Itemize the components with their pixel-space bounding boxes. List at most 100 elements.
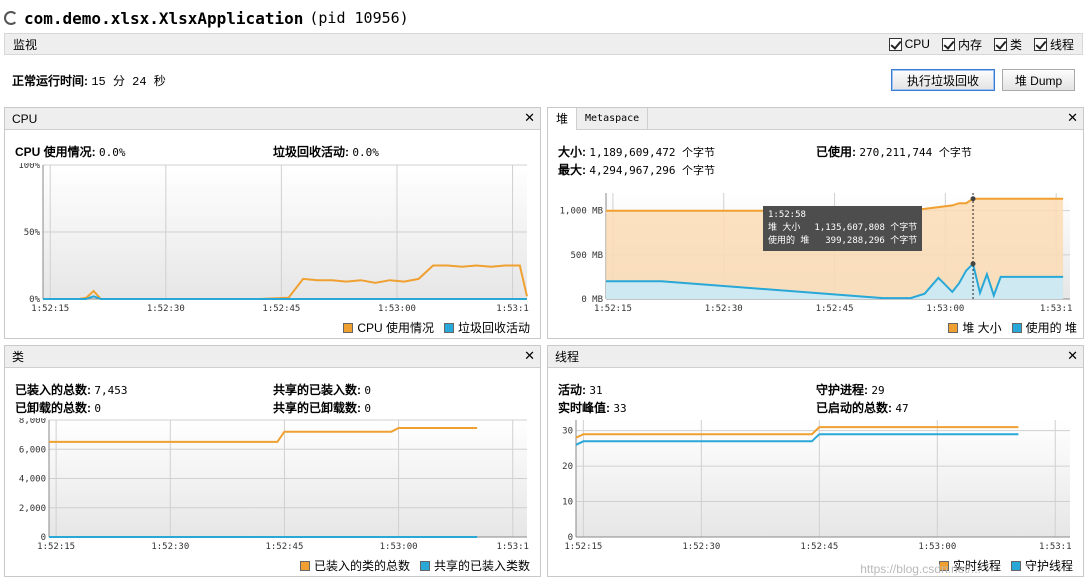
monitor-checkboxes: CPU 内存 类 线程 xyxy=(888,36,1074,53)
tab-metaspace[interactable]: Metaspace xyxy=(577,107,649,130)
legend-cpu-usage-label: CPU 使用情况 xyxy=(357,321,434,335)
cpu-chart: 1:52:15 1:52:30 1:52:45 1:53:00 1:53:1 100% 50… xyxy=(7,163,537,313)
threads-peak-stat: 实时峰值: 33 xyxy=(558,399,627,416)
classes-unloaded-stat: 已卸载的总数: 0 xyxy=(15,399,101,416)
cpu-usage-stat: CPU 使用情况: 0.0% xyxy=(15,143,126,160)
classes-loaded-stat: 已装入的总数: 7,453 xyxy=(15,381,127,398)
y-tick-label: 10 xyxy=(562,498,573,508)
legend-cpu-usage: CPU 使用情况 xyxy=(343,319,434,336)
checkbox-threads[interactable]: 线程 xyxy=(1033,36,1074,53)
checkbox-cpu[interactable]: CPU xyxy=(888,37,930,51)
app-pid: (pid 10956) xyxy=(309,9,409,27)
checkbox-cpu-label: CPU xyxy=(904,37,930,51)
x-tick-label: 1:53:00 xyxy=(378,304,416,313)
x-tick-label: 1:53:1 xyxy=(496,542,529,551)
classes-unloaded-label: 已卸载的总数: xyxy=(15,401,91,415)
legend-heap-size: 堆 大小 xyxy=(948,319,1002,336)
checkbox-threads-label: 线程 xyxy=(1049,37,1074,52)
checkbox-checked-icon[interactable] xyxy=(1033,37,1047,51)
uptime-value: 15 分 24 秒 xyxy=(91,75,166,89)
y-tick-label: 0 xyxy=(41,533,46,543)
tooltip-size-value: 1,135,607,808 个字节 xyxy=(814,223,918,233)
monitor-toolbar: 监视 CPU 内存 类 线程 xyxy=(4,33,1083,55)
uptime-label: 正常运行时间: xyxy=(12,74,88,88)
threads-daemon-label: 守护进程: xyxy=(816,383,868,397)
y-tick-label: 30 xyxy=(562,427,573,437)
hover-point-used xyxy=(970,261,976,267)
y-tick-label: 1,000 MB xyxy=(560,207,603,217)
classes-loaded-value: 7,453 xyxy=(94,384,128,397)
heap-panel-header: 堆 Metaspace ✕ xyxy=(548,107,1083,130)
threads-peak-label: 实时峰值: xyxy=(558,401,610,415)
checkbox-checked-icon[interactable] xyxy=(888,37,902,51)
classes-unloaded-value: 0 xyxy=(94,402,101,415)
y-tick-label: 0% xyxy=(29,295,40,305)
heap-max-label: 最大: xyxy=(558,163,586,177)
checkbox-checked-icon[interactable] xyxy=(941,37,955,51)
close-icon[interactable]: ✕ xyxy=(1067,348,1078,364)
checkbox-memory[interactable]: 内存 xyxy=(941,36,982,53)
y-tick-label: 2,000 xyxy=(19,504,46,514)
heap-max-stat: 最大: 4,294,967,296 个字节 xyxy=(558,161,715,178)
plot-area xyxy=(576,420,1070,537)
threads-peak-value: 33 xyxy=(613,402,627,415)
y-tick-label: 8,000 xyxy=(19,418,46,426)
tooltip-used-value: 399,288,296 个字节 xyxy=(825,236,918,246)
x-tick-label: 1:52:15 xyxy=(594,304,632,313)
y-tick-label: 4,000 xyxy=(19,475,46,485)
cpu-svg: 1:52:15 1:52:30 1:52:45 1:53:00 1:53:1 100% 50… xyxy=(18,163,528,313)
x-tick-label: 1:52:15 xyxy=(37,542,75,551)
classes-chart: 1:52:15 1:52:30 1:52:45 1:53:00 1:53:1 8,000 6… xyxy=(7,418,537,551)
threads-started-stat: 已启动的总数: 47 xyxy=(816,399,909,416)
checkbox-memory-label: 内存 xyxy=(957,37,982,52)
tooltip-row-size: 堆 大小 1,135,607,808 个字节 xyxy=(768,222,917,235)
x-tick-label: 1:53:00 xyxy=(380,542,418,551)
y-tick-label: 20 xyxy=(562,462,573,472)
y-tick-label: 50% xyxy=(24,228,41,238)
tab-heap[interactable]: 堆 xyxy=(548,107,578,130)
cpu-panel: CPU ✕ CPU 使用情况: 0.0% 垃圾回收活动: 0.0% 1:52:1… xyxy=(4,107,541,339)
heap-max-value: 4,294,967,296 个字节 xyxy=(589,164,716,177)
threads-daemon-stat: 守护进程: 29 xyxy=(816,381,885,398)
shared-unloaded-stat: 共享的已卸载数: 0 xyxy=(273,399,371,416)
gc-activity-label: 垃圾回收活动: xyxy=(273,145,349,159)
shared-loaded-stat: 共享的已装入数: 0 xyxy=(273,381,371,398)
x-tick-label: 1:52:30 xyxy=(147,304,185,313)
close-icon[interactable]: ✕ xyxy=(524,110,535,126)
monitor-label: 监视 xyxy=(13,37,38,52)
legend-classes-shared: 共享的已装入类数 xyxy=(419,557,530,574)
shared-unloaded-label: 共享的已卸载数: xyxy=(273,401,361,415)
checkbox-classes[interactable]: 类 xyxy=(993,36,1022,53)
legend-heap-used-label: 使用的 堆 xyxy=(1025,321,1077,335)
close-icon[interactable]: ✕ xyxy=(1067,110,1078,126)
legend-threads-daemon-label: 守护线程 xyxy=(1024,559,1073,573)
threads-panel-header: 线程 ✕ xyxy=(548,346,1083,368)
legend-gc-activity: 垃圾回收活动 xyxy=(443,319,530,336)
heap-dump-button[interactable]: 堆 Dump xyxy=(1002,69,1075,91)
legend-gc-activity-label: 垃圾回收活动 xyxy=(457,321,530,335)
checkbox-classes-label: 类 xyxy=(1009,37,1022,52)
classes-panel: 类 ✕ 已装入的总数: 7,453 已卸载的总数: 0 共享的已装入数: 0 共… xyxy=(4,345,541,577)
perform-gc-button[interactable]: 执行垃圾回收 xyxy=(891,69,995,91)
y-tick-label: 500 MB xyxy=(570,251,603,261)
close-icon[interactable]: ✕ xyxy=(524,348,535,364)
app-title: com.demo.xlsx.XlsxApplication (pid 10956… xyxy=(4,6,409,30)
threads-daemon-value: 29 xyxy=(871,384,885,397)
checkbox-checked-icon[interactable] xyxy=(993,37,1007,51)
gc-activity-value: 0.0% xyxy=(352,146,379,159)
heap-panel: 堆 Metaspace ✕ 大小: 1,189,609,472 个字节 最大: … xyxy=(547,107,1084,339)
threads-started-value: 47 xyxy=(895,402,909,415)
heap-size-value: 1,189,609,472 个字节 xyxy=(589,146,716,159)
threads-svg: 1:52:15 1:52:30 1:52:45 1:53:00 1:53:1 30 20 10… xyxy=(562,420,1072,551)
app-name: com.demo.xlsx.XlsxApplication xyxy=(24,8,304,28)
legend-classes-loaded: 已装入的类的总数 xyxy=(299,557,410,574)
hover-point-size xyxy=(970,196,976,202)
threads-chart: 1:52:15 1:52:30 1:52:45 1:53:00 1:53:1 30 20 10… xyxy=(550,418,1080,551)
tooltip-size-label: 堆 大小 xyxy=(768,223,801,233)
x-tick-label: 1:52:30 xyxy=(705,304,743,313)
legend-heap-size-label: 堆 大小 xyxy=(962,321,1002,335)
x-tick-label: 1:53:1 xyxy=(1039,542,1072,551)
x-tick-label: 1:53:1 xyxy=(1040,304,1073,313)
classes-legend: 已装入的类的总数 共享的已装入类数 xyxy=(299,557,530,574)
heap-legend: 堆 大小 使用的 堆 xyxy=(948,319,1077,336)
